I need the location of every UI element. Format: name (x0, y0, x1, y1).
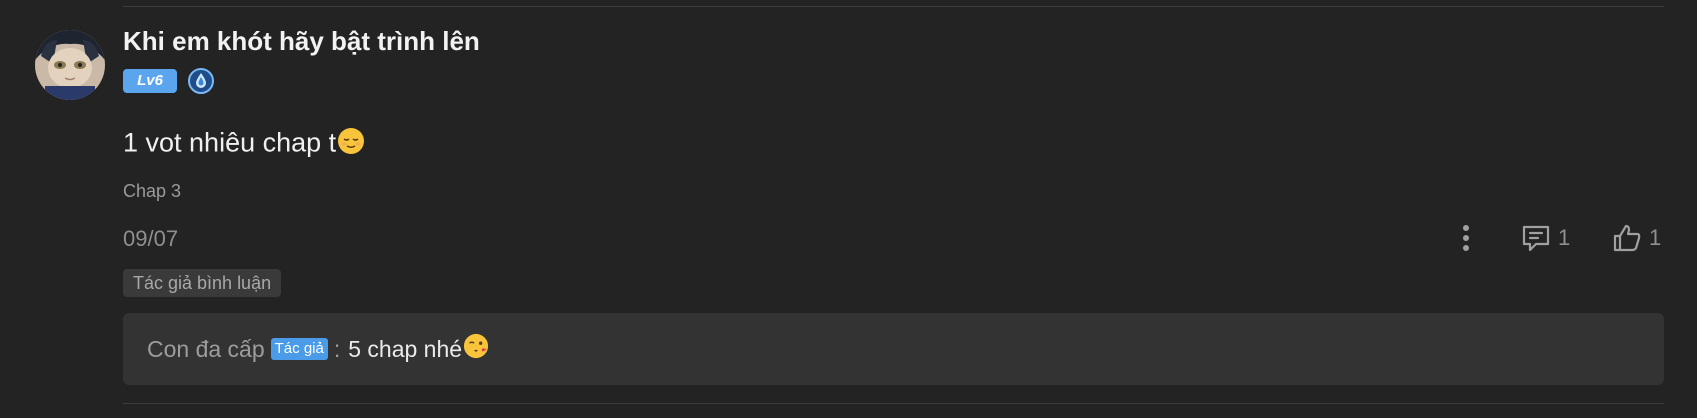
reply-box: Con đa cấp Tác giả : 5 chap nhé (123, 313, 1664, 385)
comment-card: Khi em khót hãy bật trình lên Lv6 1 vot … (0, 0, 1697, 418)
relieved-face-icon (337, 127, 365, 162)
vertical-dots-icon (1463, 225, 1469, 251)
face-blowing-kiss-icon (463, 333, 489, 365)
reply-separator: : (333, 335, 341, 362)
reply-author[interactable]: Con đa cấp (147, 336, 265, 363)
reply-text: 5 chap nhé (348, 335, 463, 362)
reply-button[interactable]: 1 (1520, 220, 1570, 256)
comment-date: 09/07 (123, 226, 179, 251)
like-button[interactable]: 1 (1611, 220, 1661, 256)
like-count: 1 (1649, 225, 1662, 250)
level-badge: Lv6 (123, 69, 177, 93)
comment-text: 1 vot nhiêu chap t (123, 127, 365, 162)
comment-body: 1 vot nhiêu chap t (123, 127, 337, 158)
divider (123, 403, 1664, 404)
chapter-link[interactable]: Chap 3 (123, 181, 181, 202)
shield-drop-icon (187, 67, 215, 95)
username[interactable]: Khi em khót hãy bật trình lên (123, 26, 480, 57)
reply-count: 1 (1558, 225, 1571, 250)
comment-icon (1522, 225, 1550, 252)
avatar[interactable] (35, 30, 105, 100)
divider (123, 6, 1664, 7)
author-comment-tag: Tác giả bình luận (123, 269, 282, 297)
author-badge: Tác giả (270, 338, 328, 360)
more-options-button[interactable] (1454, 222, 1478, 254)
thumbs-up-icon (1613, 224, 1641, 252)
reply-content: Con đa cấp Tác giả : 5 chap nhé (147, 333, 489, 365)
